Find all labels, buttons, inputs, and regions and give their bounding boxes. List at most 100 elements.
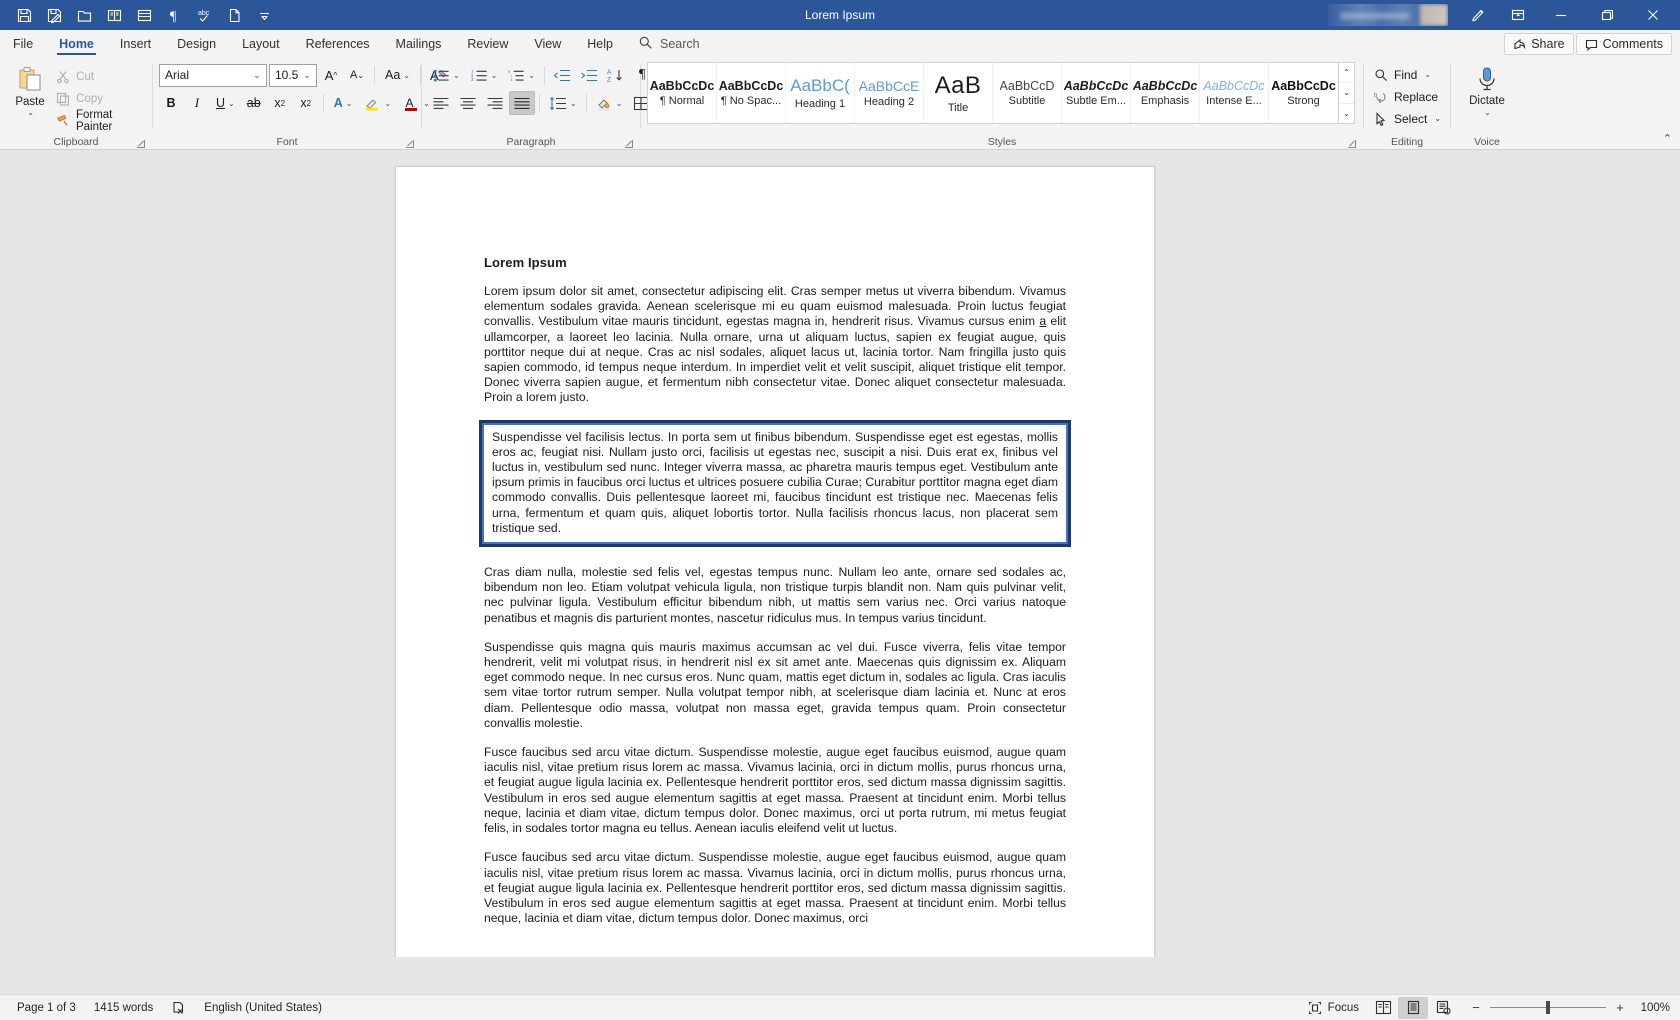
collapse-ribbon-icon[interactable]: ⌃ [1663, 132, 1672, 145]
document-paragraph-5[interactable]: Fusce faucibus sed arcu vitae dictum. Su… [484, 745, 1066, 836]
bullets-button[interactable]: ⌄ [428, 63, 465, 87]
justify-button[interactable] [509, 91, 535, 115]
multilevel-list-button[interactable]: ai1 ⌄ [503, 63, 540, 87]
web-layout-view-button[interactable] [1428, 997, 1458, 1019]
decrease-indent-button[interactable] [549, 63, 575, 87]
styles-gallery-scroll[interactable]: ⌃ ⌄ ⌄ [1339, 62, 1355, 124]
style-heading-1[interactable]: AaBbC( Heading 1 [786, 63, 855, 123]
style-subtitle[interactable]: AaBbCcD Subtitle [993, 63, 1062, 123]
superscript-button[interactable]: x2 [294, 91, 318, 115]
style-no-spacing[interactable]: AaBbCcDc ¶ No Spac... [717, 63, 786, 123]
zoom-control[interactable]: − + 100% [1458, 1000, 1670, 1015]
document-paragraph-1[interactable]: Lorem ipsum dolor sit amet, consectetur … [484, 284, 1066, 406]
shading-button[interactable]: ⌄ [591, 91, 628, 115]
find-button[interactable]: Find ⌄ [1370, 64, 1445, 85]
document-paragraph-2[interactable]: Suspendisse vel facilisis lectus. In por… [492, 430, 1058, 536]
print-layout-view-button[interactable] [1398, 996, 1428, 1019]
grow-font-button[interactable]: A ^ [319, 63, 343, 87]
zoom-in-button[interactable]: + [1614, 1000, 1626, 1015]
styles-scroll-down-icon[interactable]: ⌄ [1339, 83, 1354, 104]
document-page-1[interactable]: Lorem Ipsum Lorem ipsum dolor sit amet, … [395, 166, 1155, 957]
zoom-slider-thumb[interactable] [1546, 1001, 1550, 1014]
style-heading-2[interactable]: AaBbCcE Heading 2 [855, 63, 924, 123]
search-input[interactable]: Search [660, 37, 700, 51]
account-name-blurred[interactable] [1328, 4, 1448, 26]
text-effects-button[interactable]: A ⌄ [329, 91, 358, 115]
font-size-combo[interactable]: 10.5 ⌄ [269, 63, 317, 87]
proofing-errors-icon[interactable] [162, 995, 195, 1020]
tab-references[interactable]: References [293, 30, 383, 58]
search-box[interactable]: Search [638, 30, 700, 58]
ribbon-display-options-icon[interactable] [1458, 0, 1498, 30]
open-folder-icon[interactable] [70, 2, 98, 28]
chevron-down-icon[interactable]: ⌄ [300, 70, 314, 81]
italic-button[interactable]: I [185, 91, 209, 115]
share-button[interactable]: Share [1504, 33, 1574, 55]
document-paragraph-6[interactable]: Fusce faucibus sed arcu vitae dictum. Su… [484, 850, 1066, 926]
style-strong[interactable]: AaBbCcDc Strong [1269, 63, 1338, 123]
pilcrow-icon[interactable]: ¶ [160, 2, 188, 28]
dictate-button[interactable]: Dictate ⌄ [1459, 63, 1515, 117]
replace-button[interactable]: bc Replace [1370, 86, 1445, 107]
bold-button[interactable]: B [159, 91, 183, 115]
select-button[interactable]: Select ⌄ [1370, 108, 1445, 129]
focus-mode-button[interactable]: Focus [1299, 995, 1368, 1020]
tab-layout[interactable]: Layout [229, 30, 293, 58]
sort-button[interactable]: AZ [603, 63, 629, 87]
copy-button[interactable]: Copy [56, 89, 146, 108]
select-dropdown-icon[interactable]: ⌄ [1434, 114, 1441, 123]
numbering-button[interactable]: 123 ⌄ [466, 63, 503, 87]
zoom-level[interactable]: 100% [1634, 1002, 1670, 1014]
clipboard-dialog-launcher[interactable] [135, 137, 147, 149]
tab-mailings[interactable]: Mailings [383, 30, 455, 58]
zoom-slider[interactable] [1490, 1001, 1606, 1014]
tab-home[interactable]: Home [46, 30, 107, 58]
close-icon[interactable] [1630, 0, 1676, 30]
increase-indent-button[interactable] [576, 63, 602, 87]
chevron-down-icon[interactable]: ⌄ [250, 70, 264, 81]
styles-scroll-up-icon[interactable]: ⌃ [1339, 63, 1354, 84]
read-mode-icon[interactable] [100, 2, 128, 28]
underline-button[interactable]: U ⌄ [211, 91, 240, 115]
style-title[interactable]: AaB Title [924, 63, 993, 123]
style-subtle-emphasis[interactable]: AaBbCcDc Subtle Em... [1062, 63, 1131, 123]
new-document-icon[interactable] [220, 2, 248, 28]
styles-gallery[interactable]: AaBbCcDc ¶ Normal AaBbCcDc ¶ No Spac... … [647, 62, 1339, 124]
dictate-dropdown-icon[interactable]: ⌄ [1484, 108, 1491, 117]
paragraph-dialog-launcher[interactable] [623, 137, 635, 149]
word-count[interactable]: 1415 words [85, 995, 162, 1020]
tab-design[interactable]: Design [164, 30, 229, 58]
autosave-icon[interactable] [40, 2, 68, 28]
paste-dropdown-icon[interactable]: ⌄ [27, 108, 34, 117]
styles-dialog-launcher[interactable] [1346, 137, 1358, 149]
text-highlight-color-button[interactable]: ⌄ [359, 91, 396, 115]
maximize-icon[interactable] [1584, 0, 1630, 30]
styles-more-icon[interactable]: ⌄ [1339, 104, 1354, 123]
format-painter-button[interactable]: Format Painter [56, 109, 146, 133]
tab-insert[interactable]: Insert [107, 30, 164, 58]
page-indicator[interactable]: Page 1 of 3 [8, 995, 85, 1020]
align-left-button[interactable] [428, 91, 454, 115]
print-preview-icon[interactable] [130, 2, 158, 28]
tab-review[interactable]: Review [454, 30, 521, 58]
shrink-font-button[interactable]: A ⌄ [345, 63, 369, 87]
subscript-button[interactable]: x2 [268, 91, 292, 115]
customize-qat-icon[interactable] [250, 2, 278, 28]
style-normal[interactable]: AaBbCcDc ¶ Normal [648, 63, 717, 123]
minimize-icon[interactable] [1538, 0, 1584, 30]
line-spacing-button[interactable]: ⌄ [544, 91, 582, 115]
restore-down-icon[interactable] [1498, 0, 1538, 30]
font-name-combo[interactable]: Arial ⌄ [159, 63, 267, 87]
comments-button[interactable]: Comments [1575, 33, 1672, 55]
tab-view[interactable]: View [521, 30, 574, 58]
spelling-check-icon[interactable]: abc [190, 2, 218, 28]
find-dropdown-icon[interactable]: ⌄ [1424, 70, 1431, 79]
zoom-out-button[interactable]: − [1470, 1000, 1482, 1015]
font-dialog-launcher[interactable] [404, 137, 416, 149]
strikethrough-button[interactable]: ab [242, 91, 266, 115]
save-icon[interactable] [10, 2, 38, 28]
document-paragraph-3[interactable]: Cras diam nulla, molestie sed felis vel,… [484, 565, 1066, 626]
tab-help[interactable]: Help [574, 30, 626, 58]
bordered-paragraph-box[interactable]: Suspendisse vel facilisis lectus. In por… [479, 419, 1071, 548]
cut-button[interactable]: Cut [56, 67, 146, 86]
